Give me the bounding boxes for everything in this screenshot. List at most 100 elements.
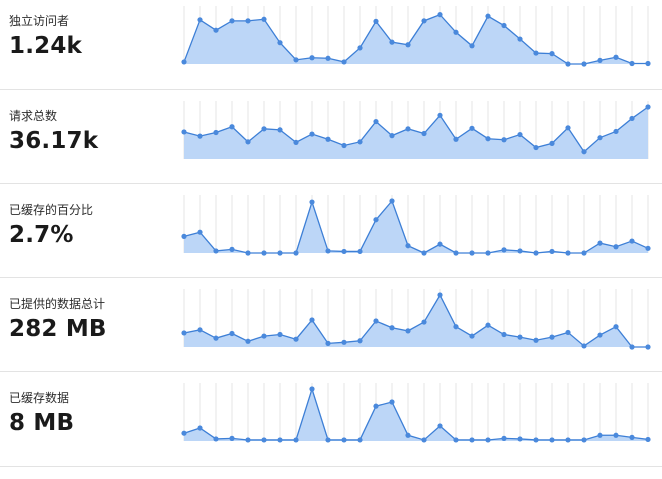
data-point[interactable] xyxy=(389,399,395,405)
data-point[interactable] xyxy=(309,317,315,323)
data-point[interactable] xyxy=(645,60,651,67)
data-point[interactable] xyxy=(613,128,619,135)
data-point[interactable] xyxy=(421,130,427,137)
data-point[interactable] xyxy=(261,126,267,132)
data-point[interactable] xyxy=(613,244,619,250)
data-point[interactable] xyxy=(421,18,427,24)
data-point[interactable] xyxy=(485,13,491,19)
data-point[interactable] xyxy=(389,39,395,45)
data-point[interactable] xyxy=(597,332,603,338)
data-point[interactable] xyxy=(565,125,571,131)
data-point[interactable] xyxy=(485,136,491,142)
data-point[interactable] xyxy=(501,435,507,441)
data-point[interactable] xyxy=(213,129,219,136)
data-point[interactable] xyxy=(229,18,235,24)
data-point[interactable] xyxy=(485,322,491,328)
data-point[interactable] xyxy=(517,248,523,254)
data-point[interactable] xyxy=(261,437,267,443)
data-point[interactable] xyxy=(181,330,187,336)
data-point[interactable] xyxy=(245,437,251,443)
data-point[interactable] xyxy=(229,246,235,252)
data-point[interactable] xyxy=(469,125,475,131)
data-point[interactable] xyxy=(613,432,619,438)
data-point[interactable] xyxy=(293,139,299,145)
data-point[interactable] xyxy=(405,42,411,48)
data-point[interactable] xyxy=(469,43,475,49)
data-point[interactable] xyxy=(213,335,219,341)
data-point[interactable] xyxy=(405,126,411,132)
data-point[interactable] xyxy=(437,241,443,247)
data-point[interactable] xyxy=(421,319,427,325)
data-point[interactable] xyxy=(389,133,395,139)
data-point[interactable] xyxy=(469,333,475,339)
data-point[interactable] xyxy=(645,245,651,251)
data-point[interactable] xyxy=(533,144,539,151)
data-point[interactable] xyxy=(485,437,491,443)
data-point[interactable] xyxy=(501,331,507,338)
data-point[interactable] xyxy=(405,243,411,249)
data-point[interactable] xyxy=(533,50,539,56)
data-point[interactable] xyxy=(229,435,235,441)
data-point[interactable] xyxy=(213,248,219,254)
data-point[interactable] xyxy=(325,136,331,142)
data-point[interactable] xyxy=(213,27,219,33)
data-point[interactable] xyxy=(629,344,635,350)
data-point[interactable] xyxy=(453,250,459,256)
data-point[interactable] xyxy=(629,60,635,67)
data-point[interactable] xyxy=(309,386,315,392)
data-point[interactable] xyxy=(629,434,635,440)
data-point[interactable] xyxy=(549,437,555,443)
data-point[interactable] xyxy=(533,250,539,256)
data-point[interactable] xyxy=(341,59,347,65)
data-point[interactable] xyxy=(309,199,315,205)
data-point[interactable] xyxy=(453,437,459,443)
data-point[interactable] xyxy=(309,55,315,61)
data-point[interactable] xyxy=(597,57,603,63)
data-point[interactable] xyxy=(437,423,443,429)
data-point[interactable] xyxy=(565,329,571,336)
data-point[interactable] xyxy=(581,61,587,67)
data-point[interactable] xyxy=(245,18,251,24)
data-point[interactable] xyxy=(629,115,635,122)
data-point[interactable] xyxy=(453,29,459,35)
data-point[interactable] xyxy=(501,137,507,143)
data-point[interactable] xyxy=(341,142,347,149)
data-point[interactable] xyxy=(581,250,587,256)
data-point[interactable] xyxy=(325,248,331,254)
data-point[interactable] xyxy=(453,136,459,142)
data-point[interactable] xyxy=(517,36,523,42)
data-point[interactable] xyxy=(181,430,187,436)
data-point[interactable] xyxy=(533,337,539,343)
data-point[interactable] xyxy=(197,17,203,23)
data-point[interactable] xyxy=(613,54,619,60)
data-point[interactable] xyxy=(373,18,379,24)
data-point[interactable] xyxy=(325,340,331,346)
data-point[interactable] xyxy=(373,118,379,125)
data-point[interactable] xyxy=(469,437,475,443)
data-point[interactable] xyxy=(597,240,603,246)
data-point[interactable] xyxy=(261,16,267,22)
data-point[interactable] xyxy=(405,432,411,438)
data-point[interactable] xyxy=(245,250,251,256)
data-point[interactable] xyxy=(501,247,507,253)
data-point[interactable] xyxy=(277,250,283,256)
data-point[interactable] xyxy=(293,57,299,63)
data-point[interactable] xyxy=(357,45,363,51)
data-point[interactable] xyxy=(405,328,411,334)
data-point[interactable] xyxy=(341,339,347,345)
data-point[interactable] xyxy=(549,51,555,57)
data-point[interactable] xyxy=(549,334,555,340)
data-point[interactable] xyxy=(645,344,651,350)
data-point[interactable] xyxy=(517,131,523,138)
data-point[interactable] xyxy=(245,139,251,145)
data-point[interactable] xyxy=(373,318,379,324)
data-point[interactable] xyxy=(277,40,283,46)
data-point[interactable] xyxy=(437,112,443,118)
data-point[interactable] xyxy=(581,437,587,443)
data-point[interactable] xyxy=(469,250,475,256)
data-point[interactable] xyxy=(629,238,635,244)
data-point[interactable] xyxy=(613,324,619,330)
data-point[interactable] xyxy=(293,250,299,256)
data-point[interactable] xyxy=(325,437,331,443)
data-point[interactable] xyxy=(437,292,443,298)
